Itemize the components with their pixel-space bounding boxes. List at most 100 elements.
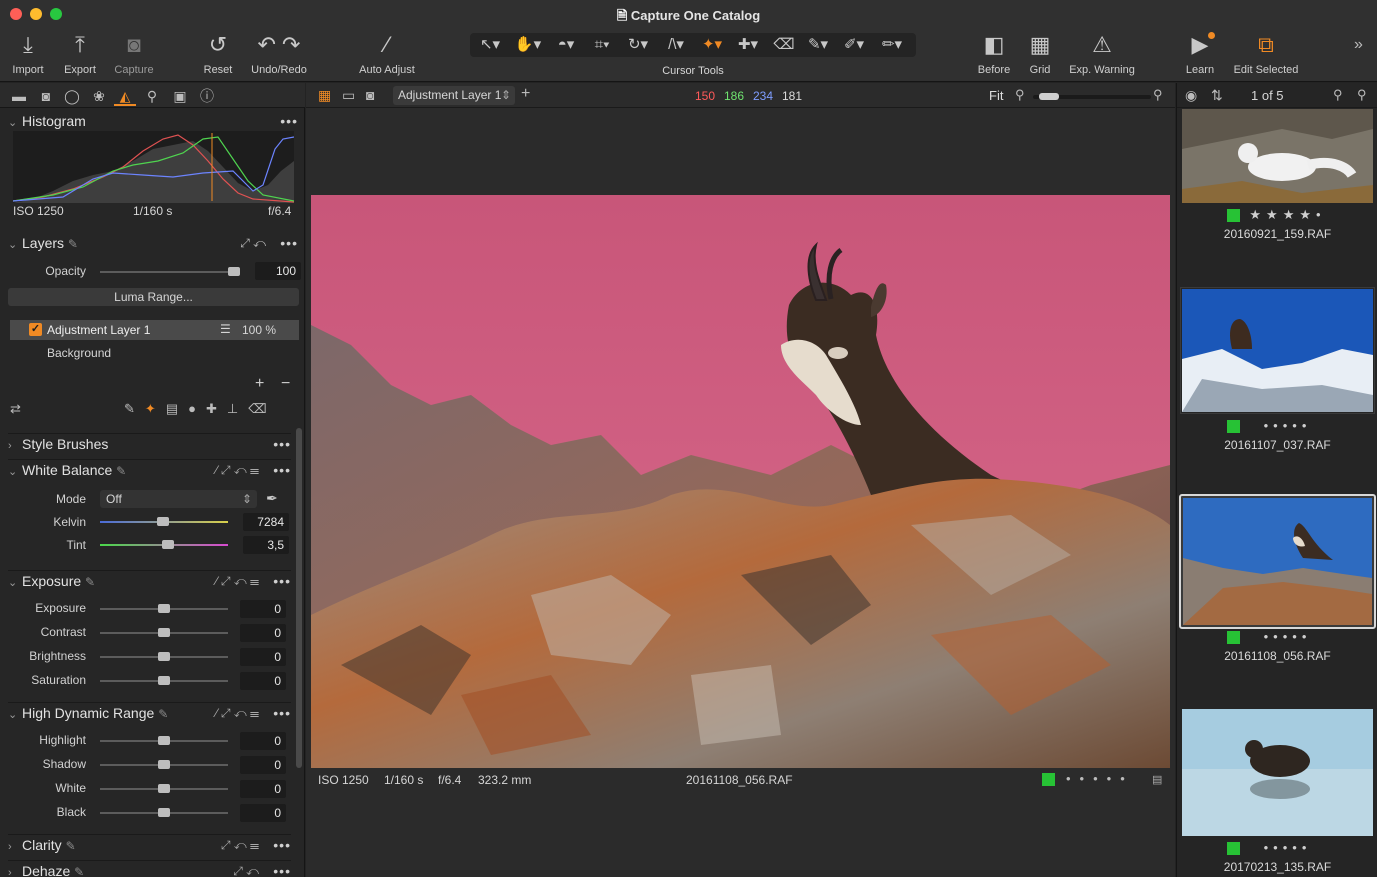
exposure-row-value[interactable]: 0 xyxy=(240,624,286,642)
zoom-in-icon[interactable]: ⚲ xyxy=(1153,87,1163,103)
exposure-row-value[interactable]: 0 xyxy=(240,672,286,690)
loupe-tool-icon[interactable]: ◓▾ xyxy=(548,33,584,57)
histogram-header[interactable]: ⌄ Histogram ••• xyxy=(8,111,298,131)
thumbnail-2[interactable] xyxy=(1182,289,1373,412)
grid-button[interactable]: ▦ Grid xyxy=(1022,30,1058,76)
details-tab-icon[interactable]: ⚲ xyxy=(141,86,163,106)
hdr-row-slider-knob[interactable] xyxy=(158,784,170,793)
rotate-tool-icon[interactable]: ↻▾ xyxy=(620,33,656,57)
hdr-row-slider-knob[interactable] xyxy=(158,760,170,769)
edit-selected-button[interactable]: ⧉ Edit Selected xyxy=(1226,30,1306,76)
add-layer-icon[interactable]: + xyxy=(521,85,530,103)
exposure-tab-icon[interactable]: ◭ xyxy=(114,86,136,106)
kelvin-value[interactable]: 7284 xyxy=(243,513,289,531)
wb-picker-icon[interactable]: ✒ xyxy=(266,490,278,507)
layer-row-background[interactable]: Background xyxy=(47,346,111,360)
eraser-tool-icon[interactable]: ⌫ xyxy=(766,33,802,57)
opacity-slider[interactable] xyxy=(100,271,240,273)
hdr-row-value[interactable]: 0 xyxy=(240,756,286,774)
brush-icon[interactable]: ✎ xyxy=(124,401,145,416)
reset-button[interactable]: ↺ Reset xyxy=(196,30,240,76)
adjustments-tab-icon[interactable]: ▣ xyxy=(169,86,191,106)
style-brushes-header[interactable]: › Style Brushes ••• xyxy=(8,433,291,453)
layer-checkbox[interactable]: ✓ xyxy=(29,323,42,336)
hdr-row-value[interactable]: 0 xyxy=(240,732,286,750)
learn-button[interactable]: ▶ Learn xyxy=(1180,30,1220,76)
magic-brush-icon[interactable]: ✦ xyxy=(145,401,166,416)
tint-slider-knob[interactable] xyxy=(161,540,174,549)
exposure-row-slider-knob[interactable] xyxy=(158,652,170,661)
section-tools-icons[interactable]: ⁄ ⤢ ↶ ☰ xyxy=(216,703,259,723)
annotate-tool-icon[interactable]: ✐▾ xyxy=(836,33,872,57)
single-view-icon[interactable]: ▭ xyxy=(342,87,355,104)
undo-redo-button[interactable]: ↶ ↷ Undo/Redo xyxy=(246,30,312,76)
thumb-4-rating[interactable]: ••••• xyxy=(1177,840,1377,855)
draw-mask-tool-icon[interactable]: ✏▾ xyxy=(874,33,910,57)
exposure-row-slider-knob[interactable] xyxy=(158,604,170,613)
exposure-row-slider-knob[interactable] xyxy=(158,628,170,637)
layer-settings-icon[interactable]: ☰ xyxy=(220,322,231,336)
sort-icon[interactable]: ⇅ xyxy=(1211,87,1223,104)
dehaze-header[interactable]: › Dehaze ✎ ⤢ ↶ ••• xyxy=(8,860,291,877)
picker-tool-icon[interactable]: ✎▾ xyxy=(800,33,836,57)
multi-view-icon[interactable]: ▦ xyxy=(318,87,331,104)
search-icon[interactable]: ⚲ xyxy=(1333,87,1343,103)
auto-adjust-button[interactable]: ⁄ Auto Adjust xyxy=(352,30,422,76)
section-tools-icons[interactable]: ⤢ ↶ xyxy=(233,861,259,877)
thumb-2-rating[interactable]: ••••• xyxy=(1177,418,1377,433)
thumbnail-4[interactable] xyxy=(1182,709,1373,836)
import-button[interactable]: ⤓ Import xyxy=(6,30,50,76)
star-rating[interactable]: ••••• xyxy=(1066,771,1134,786)
exposure-row-slider-knob[interactable] xyxy=(158,676,170,685)
swap-icon[interactable]: ⇄ xyxy=(10,401,21,417)
thumbnail-1[interactable] xyxy=(1182,109,1373,203)
select-tool-icon[interactable]: ↖▾ xyxy=(472,33,508,57)
more-icon[interactable]: ••• xyxy=(273,835,291,855)
exposure-row-value[interactable]: 0 xyxy=(240,648,286,666)
capture-tab-icon[interactable]: ◙ xyxy=(35,86,57,106)
layer-row-adjustment[interactable]: ✓ Adjustment Layer 1 ☰ 100 % xyxy=(10,320,299,340)
opacity-slider-knob[interactable] xyxy=(228,267,240,276)
eraser-icon[interactable]: ⌫ xyxy=(248,401,276,416)
color-tag-green[interactable] xyxy=(1042,773,1055,786)
keystone-tool-icon[interactable]: /\▾ xyxy=(658,33,694,57)
zoom-fit-label[interactable]: Fit xyxy=(989,88,1003,103)
clarity-header[interactable]: › Clarity ✎ ⤢ ↶ ☰ ••• xyxy=(8,834,291,854)
tools-scrollbar[interactable] xyxy=(296,428,302,768)
more-icon[interactable]: ••• xyxy=(273,861,291,877)
layer-brush-tools[interactable]: ✎✦▤●✚⊥⌫ xyxy=(124,401,277,417)
main-image[interactable] xyxy=(311,195,1170,768)
thumbnail-3[interactable] xyxy=(1183,498,1374,625)
crop-tool-icon[interactable]: ⌗▾ xyxy=(584,33,620,57)
zoom-out-icon[interactable]: ⚲ xyxy=(1015,87,1025,103)
proof-view-icon[interactable]: ◙ xyxy=(366,87,374,103)
toolbar-overflow-icon[interactable]: » xyxy=(1354,36,1363,54)
metadata-tab-icon[interactable]: ⓘ xyxy=(196,86,218,106)
hdr-row-slider-knob[interactable] xyxy=(158,736,170,745)
thumb-1-rating[interactable]: ★★★★• xyxy=(1177,207,1377,223)
heal-tool-icon[interactable]: ✚▾ xyxy=(730,33,766,57)
color-tab-icon[interactable]: ❀ xyxy=(88,86,110,106)
exposure-row-value[interactable]: 0 xyxy=(240,600,286,618)
more-icon[interactable]: ••• xyxy=(273,434,291,454)
hdr-row-value[interactable]: 0 xyxy=(240,780,286,798)
hdr-header[interactable]: ⌄ High Dynamic Range ✎ ⁄ ⤢ ↶ ☰ ••• xyxy=(8,702,291,722)
layer-select[interactable]: Adjustment Layer 1 ⇕ xyxy=(393,86,515,105)
exposure-header[interactable]: ⌄ Exposure ✎ ⁄ ⤢ ↶ ☰ ••• xyxy=(8,570,291,590)
exposure-warning-button[interactable]: ⚠ Exp. Warning xyxy=(1064,30,1140,76)
white-balance-header[interactable]: ⌄ White Balance ✎ ⁄ ⤢ ↶ ☰ ••• xyxy=(8,459,291,479)
more-icon[interactable]: ••• xyxy=(273,460,291,480)
thumb-3-rating[interactable]: ••••• xyxy=(1177,629,1377,644)
hdr-row-slider-knob[interactable] xyxy=(158,808,170,817)
lens-tab-icon[interactable]: ◯ xyxy=(61,86,83,106)
export-button[interactable]: ⤒ Export xyxy=(58,30,102,76)
tint-value[interactable]: 3,5 xyxy=(243,536,289,554)
layer-tools-icons[interactable]: ⤢ ↶ xyxy=(240,233,266,253)
more-icon[interactable]: ••• xyxy=(280,111,298,131)
capture-button[interactable]: ◙ Capture xyxy=(110,30,158,76)
more-icon[interactable]: ••• xyxy=(273,571,291,591)
library-tab-icon[interactable]: ▬ xyxy=(8,86,30,106)
zoom-slider-knob[interactable] xyxy=(1038,93,1059,100)
opacity-value[interactable]: 100 xyxy=(255,262,301,280)
heal-icon[interactable]: ✚ xyxy=(206,401,227,416)
